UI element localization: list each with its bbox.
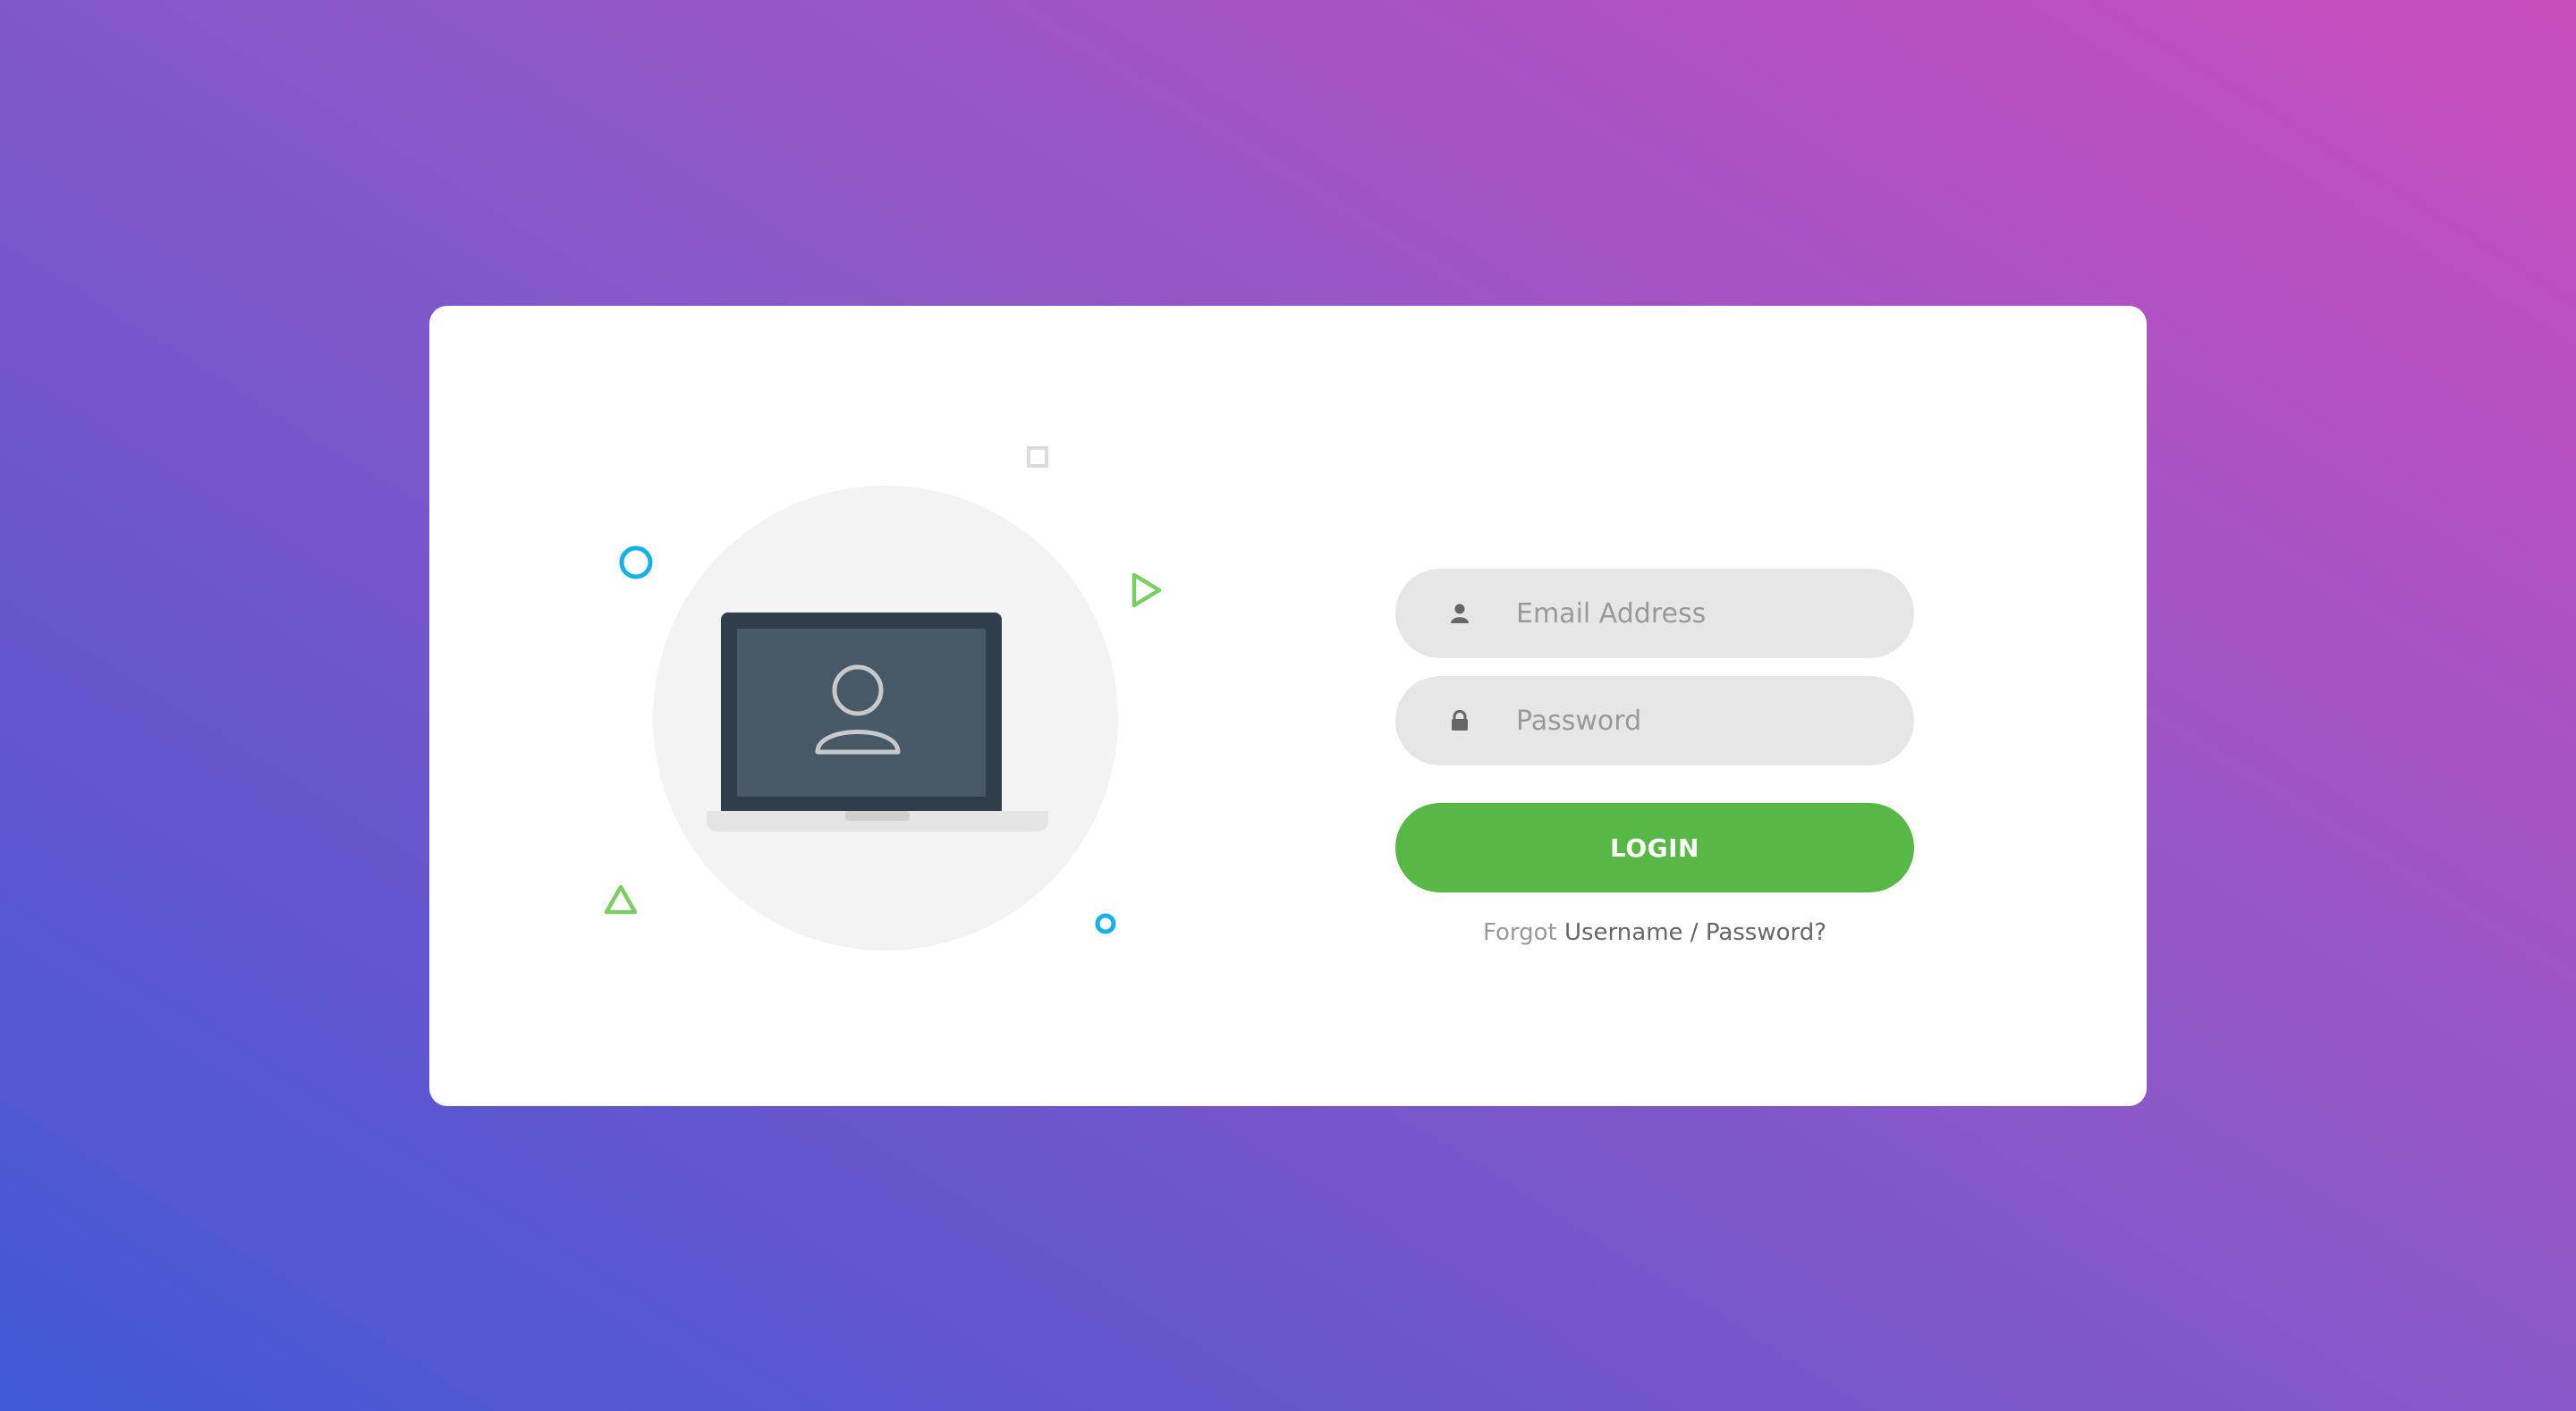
deco-square-icon: [1027, 446, 1048, 468]
user-icon: [1451, 604, 1469, 623]
lock-icon: [1452, 710, 1468, 731]
deco-triangle-icon: [604, 884, 638, 915]
deco-circle-large-icon: [619, 545, 653, 579]
login-form: LOGIN Forgot Username / Password?: [1395, 569, 1914, 946]
forgot-prefix-text: Forgot: [1482, 919, 1557, 946]
forgot-username-password-link[interactable]: Username / Password?: [1564, 919, 1826, 946]
login-button[interactable]: LOGIN: [1395, 803, 1914, 892]
laptop-user-icon: [707, 613, 1048, 832]
login-card: LOGIN Forgot Username / Password?: [429, 306, 2147, 1106]
password-input[interactable]: [1516, 676, 1892, 765]
forgot-credentials-line: Forgot Username / Password?: [1395, 919, 1914, 946]
deco-play-triangle-icon: [1131, 572, 1162, 608]
email-field-container: [1395, 569, 1914, 658]
password-field-container: [1395, 676, 1914, 765]
deco-circle-small-icon: [1095, 913, 1116, 934]
email-input[interactable]: [1516, 569, 1892, 658]
login-illustration: [429, 306, 1234, 1106]
